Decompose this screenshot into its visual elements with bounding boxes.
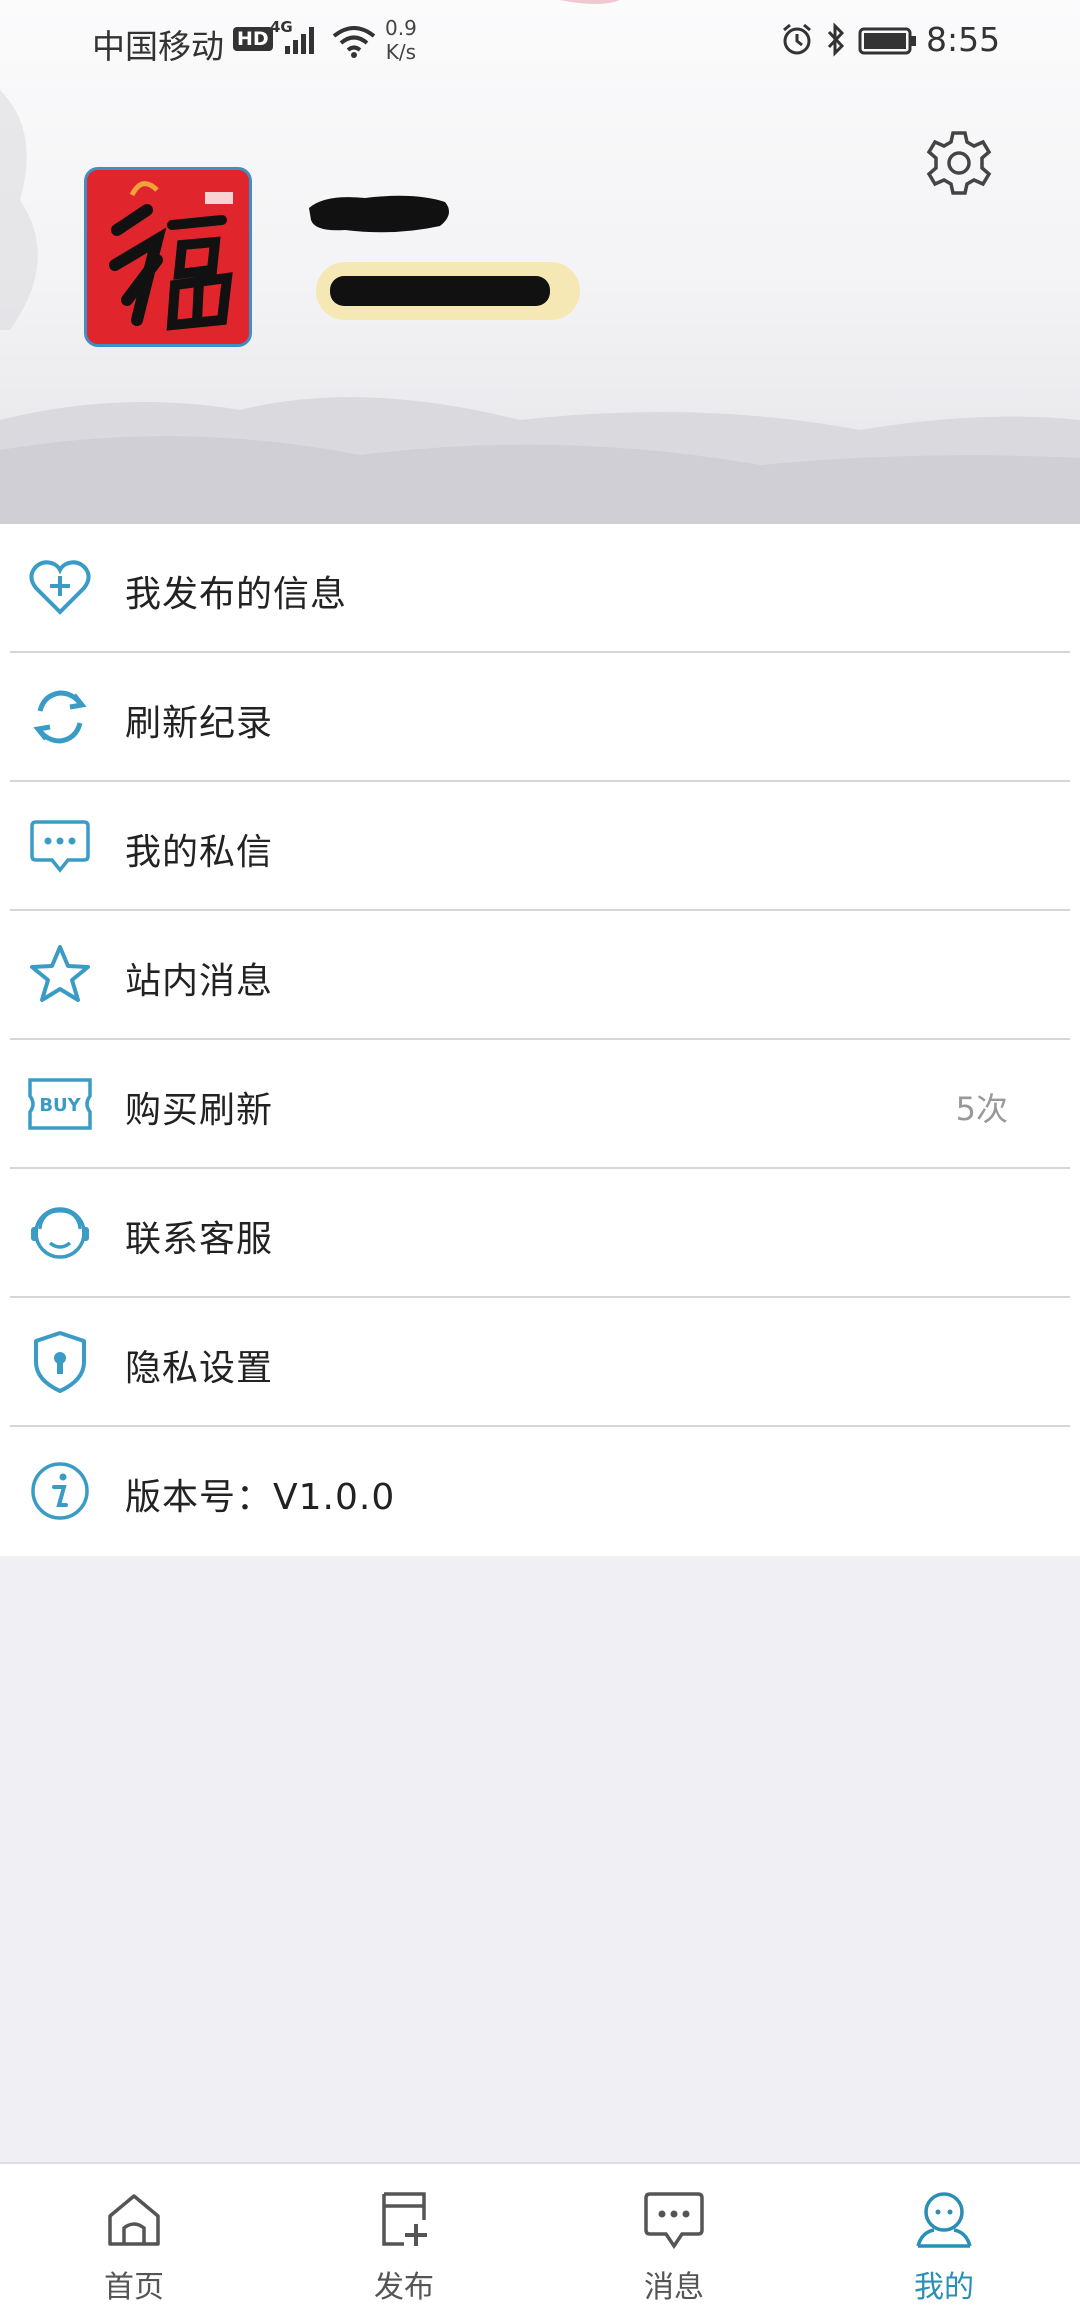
shield-lock-icon: [34, 1331, 86, 1393]
menu-item-my-posts[interactable]: 我发布的信息: [0, 524, 1080, 653]
tab-label: 消息: [644, 2270, 704, 2305]
refresh-icon: [33, 690, 87, 744]
svg-text:BUY: BUY: [39, 1095, 81, 1116]
status-bar: 中国移动 HD 4G 0.9 K/s 8:55: [0, 0, 1080, 80]
menu-item-buy-refresh[interactable]: BUY 购买刷新 5次: [0, 1040, 1080, 1169]
tab-publish[interactable]: 发布: [324, 2164, 484, 2312]
tab-home[interactable]: 首页: [54, 2164, 214, 2312]
profile-header: 中国移动 HD 4G 0.9 K/s 8:55: [0, 0, 1080, 524]
tab-label: 发布: [374, 2270, 434, 2305]
menu-item-label: 我发布的信息: [125, 574, 348, 615]
headset-icon: [31, 1207, 89, 1259]
gear-icon[interactable]: [924, 126, 994, 200]
menu-item-privacy-settings[interactable]: 隐私设置: [0, 1298, 1080, 1427]
message-icon: [644, 2192, 704, 2250]
tab-profile[interactable]: 我的: [864, 2164, 1024, 2312]
signal-icon: [285, 27, 314, 54]
bottom-tab-bar: 首页 发布 消息 我的: [0, 2162, 1080, 2312]
home-icon: [108, 2194, 160, 2246]
alarm-icon: [783, 23, 811, 55]
profile-icon: [916, 2192, 972, 2248]
avatar[interactable]: [84, 167, 252, 347]
battery-icon: [858, 27, 916, 55]
user-id-badge: [316, 262, 580, 320]
menu-item-site-messages[interactable]: 站内消息: [0, 911, 1080, 1040]
network-speed: 0.9 K/s: [385, 16, 417, 64]
info-icon: [31, 1462, 89, 1520]
refresh-count: 5次: [955, 1090, 1008, 1128]
version-label: 版本号：V1.0.0: [125, 1477, 396, 1518]
menu-item-version: 版本号：V1.0.0: [0, 1427, 1080, 1556]
user-id-redacted: [330, 276, 550, 306]
hd-badge: HD: [233, 27, 273, 51]
bluetooth-icon: [827, 22, 845, 57]
heart-plus-icon: [29, 560, 91, 615]
wifi-icon: [332, 26, 376, 58]
fu-character-avatar: [87, 170, 249, 344]
menu-item-label: 刷新纪录: [125, 703, 274, 744]
star-icon: [30, 945, 90, 1002]
publish-icon: [382, 2192, 427, 2246]
buy-ticket-icon: BUY: [28, 1078, 92, 1130]
carrier-name: 中国移动: [92, 27, 224, 66]
menu-item-private-messages[interactable]: 我的私信: [0, 782, 1080, 911]
menu-item-label: 我的私信: [125, 832, 274, 873]
chat-bubble-icon: [30, 820, 90, 873]
menu-item-refresh-records[interactable]: 刷新纪录: [0, 653, 1080, 782]
network-speed-value: 0.9: [385, 16, 417, 40]
username-redacted: [309, 195, 449, 233]
tab-label: 我的: [914, 2270, 974, 2305]
profile-menu: 我发布的信息 刷新纪录 我的私信 站内消息 BUY 购买刷新 5次 联系客服 隐…: [0, 524, 1080, 1556]
network-speed-unit: K/s: [385, 40, 417, 64]
tab-messages[interactable]: 消息: [594, 2164, 754, 2312]
menu-item-contact-support[interactable]: 联系客服: [0, 1169, 1080, 1298]
menu-item-label: 联系客服: [125, 1219, 274, 1260]
menu-item-label: 购买刷新: [125, 1090, 274, 1131]
tab-label: 首页: [104, 2270, 164, 2305]
clock: 8:55: [926, 20, 1001, 59]
menu-item-label: 隐私设置: [125, 1348, 274, 1389]
menu-item-label: 站内消息: [125, 961, 274, 1002]
